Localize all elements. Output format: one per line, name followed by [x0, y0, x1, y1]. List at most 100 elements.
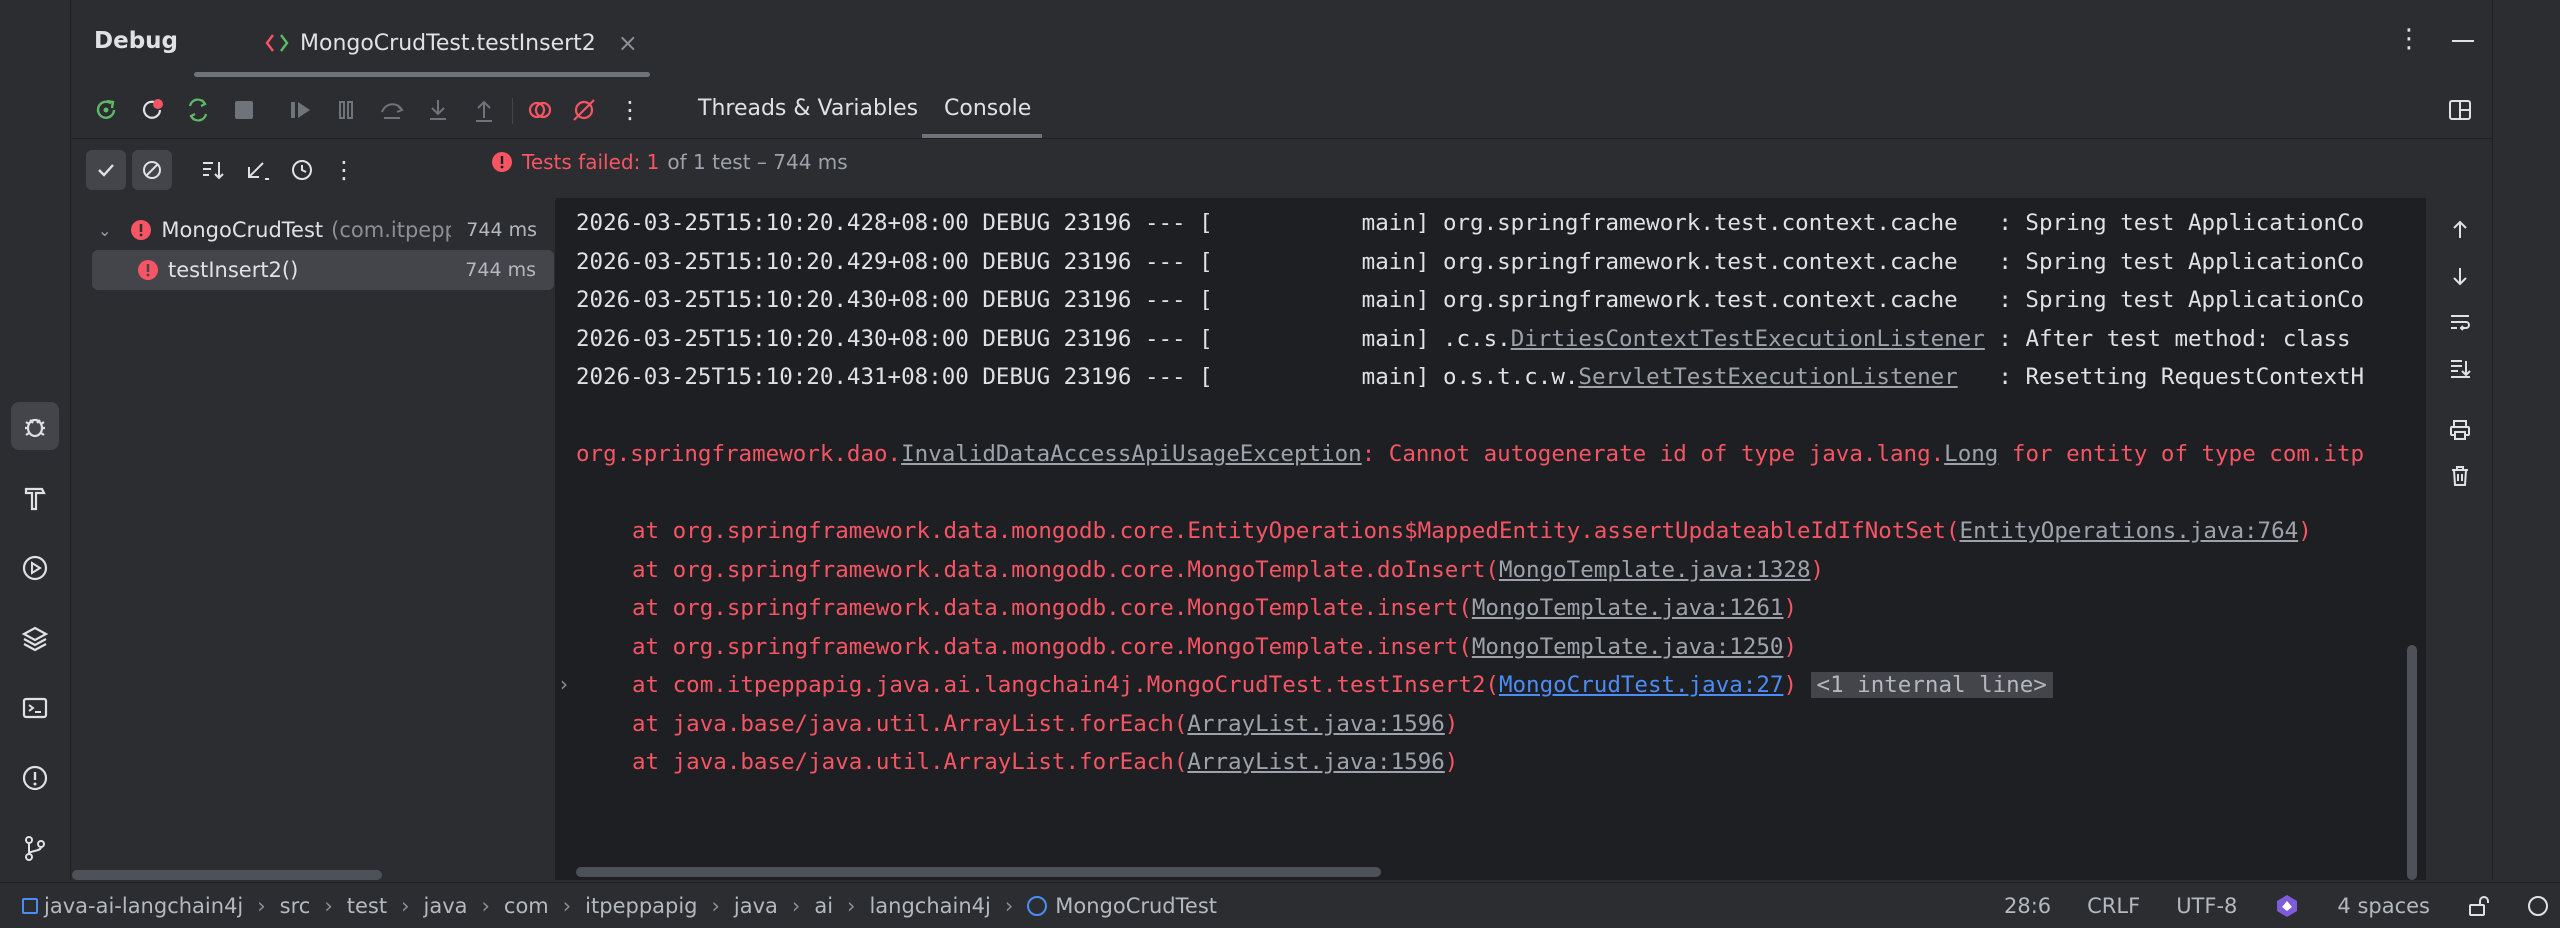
- breadcrumb-item[interactable]: com: [504, 894, 549, 918]
- sort-icon[interactable]: [192, 150, 232, 190]
- caret-position[interactable]: 28:6: [2004, 894, 2051, 918]
- console-output[interactable]: 2026-03-25T15:10:20.428+08:00 DEBUG 2319…: [556, 198, 2426, 880]
- status-right: 28:6 CRLF UTF-8 4 spaces: [2004, 883, 2550, 928]
- scroll-to-end-icon[interactable]: [2442, 350, 2478, 386]
- more-actions-icon[interactable]: ⋮: [612, 92, 648, 128]
- breadcrumb-item[interactable]: src: [280, 894, 311, 918]
- rerun-icon[interactable]: [88, 92, 124, 128]
- log-class-link[interactable]: ServletTestExecutionListener: [1578, 364, 1957, 390]
- step-into-icon[interactable]: [420, 92, 456, 128]
- tests-failed-label: Tests failed: 1: [522, 150, 660, 174]
- test-history-icon[interactable]: [282, 150, 322, 190]
- minimize-icon[interactable]: [2452, 40, 2474, 42]
- test-tree: ⌄ MongoCrudTest (com.itpeppa 744 ms test…: [72, 200, 556, 880]
- show-passed-toggle[interactable]: [86, 150, 126, 190]
- source-link[interactable]: MongoTemplate.java:1250: [1472, 634, 1784, 660]
- step-out-icon[interactable]: [466, 92, 502, 128]
- log-text: 2026-03-25T15:10:20.430+08:00 DEBUG 2319…: [576, 325, 1511, 352]
- tree-horizontal-scrollbar[interactable]: [72, 870, 382, 880]
- stack-frame-text: at com.itpeppapig.java.ai.langchain4j.Mo…: [632, 672, 1499, 698]
- close-tab-icon[interactable]: ×: [618, 29, 638, 57]
- test-more-options-icon[interactable]: ⋮: [324, 150, 364, 190]
- more-options-icon[interactable]: ⋮: [2396, 24, 2422, 54]
- internal-lines-fold[interactable]: <1 internal line>: [1810, 672, 2053, 698]
- unlock-icon[interactable]: [2466, 894, 2490, 918]
- breadcrumb-item[interactable]: test: [347, 894, 387, 918]
- breadcrumb-item[interactable]: MongoCrudTest: [1055, 894, 1217, 918]
- pause-icon[interactable]: [328, 92, 364, 128]
- chevron-down-icon[interactable]: ⌄: [98, 221, 111, 240]
- stack-frame-text: at org.springframework.data.mongodb.core…: [632, 518, 1960, 544]
- clear-all-icon[interactable]: [2442, 458, 2478, 494]
- stack-trace-line: at java.base/java.util.ArrayList.forEach…: [576, 743, 2364, 782]
- breadcrumb-item[interactable]: java-ai-langchain4j: [44, 894, 243, 918]
- notifications-icon[interactable]: [2526, 894, 2550, 918]
- session-tab[interactable]: MongoCrudTest.testInsert2 ×: [264, 18, 638, 68]
- breadcrumb-item[interactable]: java: [424, 894, 468, 918]
- tab-threads-variables[interactable]: Threads & Variables: [698, 96, 918, 121]
- resume-icon[interactable]: [282, 92, 318, 128]
- right-tool-strip: [2492, 0, 2560, 880]
- debug-tool-button[interactable]: [11, 402, 59, 450]
- source-link[interactable]: EntityOperations.java:764: [1960, 518, 2299, 544]
- breadcrumb-item[interactable]: ai: [814, 894, 833, 918]
- file-encoding[interactable]: UTF-8: [2176, 894, 2237, 918]
- line-separator[interactable]: CRLF: [2087, 894, 2140, 918]
- log-text: 2026-03-25T15:10:20.431+08:00 DEBUG 2319…: [576, 364, 1579, 390]
- error-icon: [492, 152, 512, 172]
- breadcrumb-item[interactable]: java: [734, 894, 778, 918]
- hammer-icon: [24, 487, 46, 511]
- breadcrumb-item[interactable]: langchain4j: [869, 894, 990, 918]
- type-link[interactable]: Long: [1944, 441, 1998, 467]
- stack-frame-text: ): [1444, 710, 1459, 737]
- tree-node-method[interactable]: testInsert2() 744 ms: [92, 250, 554, 290]
- arrow-up-icon[interactable]: [2442, 212, 2478, 248]
- indent-setting[interactable]: 4 spaces: [2337, 894, 2430, 918]
- stack-frame-text: ): [1783, 633, 1797, 660]
- build-tool-button[interactable]: [11, 474, 59, 522]
- source-link[interactable]: MongoCrudTest.java:27: [1499, 672, 1783, 698]
- tree-node-class[interactable]: ⌄ MongoCrudTest (com.itpeppa 744 ms: [72, 210, 555, 250]
- terminal-tool-button[interactable]: [11, 684, 59, 732]
- exception-class-link[interactable]: InvalidDataAccessApiUsageException: [901, 441, 1362, 467]
- services-tool-button[interactable]: [11, 544, 59, 592]
- debug-panel-header: Debug MongoCrudTest.testInsert2 × ⋮: [72, 0, 2492, 80]
- log-class-link[interactable]: DirtiesContextTestExecutionListener: [1511, 326, 1985, 352]
- git-tool-button[interactable]: [11, 824, 59, 872]
- show-ignored-toggle[interactable]: [132, 150, 172, 190]
- source-link[interactable]: MongoTemplate.java:1261: [1472, 595, 1784, 621]
- soft-wrap-icon[interactable]: [2442, 304, 2478, 340]
- test-status-bar: Tests failed: 1 of 1 test – 744 ms: [490, 150, 848, 174]
- chevron-right-icon: ›: [1004, 893, 1014, 918]
- source-link[interactable]: ArrayList.java:1596: [1187, 749, 1444, 775]
- stop-icon[interactable]: [226, 92, 262, 128]
- layers-tool-button[interactable]: [11, 614, 59, 662]
- source-link[interactable]: MongoTemplate.java:1328: [1499, 557, 1811, 583]
- console-vertical-scrollbar[interactable]: [2407, 645, 2417, 880]
- rerun-failed-icon[interactable]: [134, 92, 170, 128]
- layout-icon[interactable]: [2442, 92, 2478, 128]
- problems-tool-button[interactable]: [11, 754, 59, 802]
- fold-chevron-icon[interactable]: ›: [560, 672, 568, 696]
- mute-breakpoints-icon[interactable]: [566, 92, 602, 128]
- log-line: 2026-03-25T15:10:20.431+08:00 DEBUG 2319…: [576, 358, 2364, 397]
- breadcrumb-item[interactable]: itpeppapig: [585, 894, 697, 918]
- tab-console[interactable]: Console: [944, 96, 1031, 121]
- view-breakpoints-icon[interactable]: [522, 92, 558, 128]
- step-over-icon[interactable]: [374, 92, 410, 128]
- console-horizontal-scrollbar[interactable]: [576, 867, 1381, 877]
- collapse-all-icon[interactable]: [236, 150, 276, 190]
- arrow-down-icon[interactable]: [2442, 258, 2478, 294]
- stack-trace-line: at org.springframework.data.mongodb.core…: [576, 589, 2364, 628]
- log-text: : Resetting RequestContextH: [1957, 364, 2365, 390]
- ai-assistant-icon[interactable]: [2273, 892, 2301, 920]
- log-line: 2026-03-25T15:10:20.429+08:00 DEBUG 2319…: [576, 243, 2364, 282]
- git-branch-icon: [25, 836, 45, 861]
- exception-line: org.springframework.dao.InvalidDataAcces…: [576, 435, 2364, 474]
- print-icon[interactable]: [2442, 412, 2478, 448]
- toggle-auto-test-icon[interactable]: [180, 92, 216, 128]
- test-method-time: 744 ms: [465, 259, 536, 281]
- source-link[interactable]: ArrayList.java:1596: [1187, 711, 1444, 737]
